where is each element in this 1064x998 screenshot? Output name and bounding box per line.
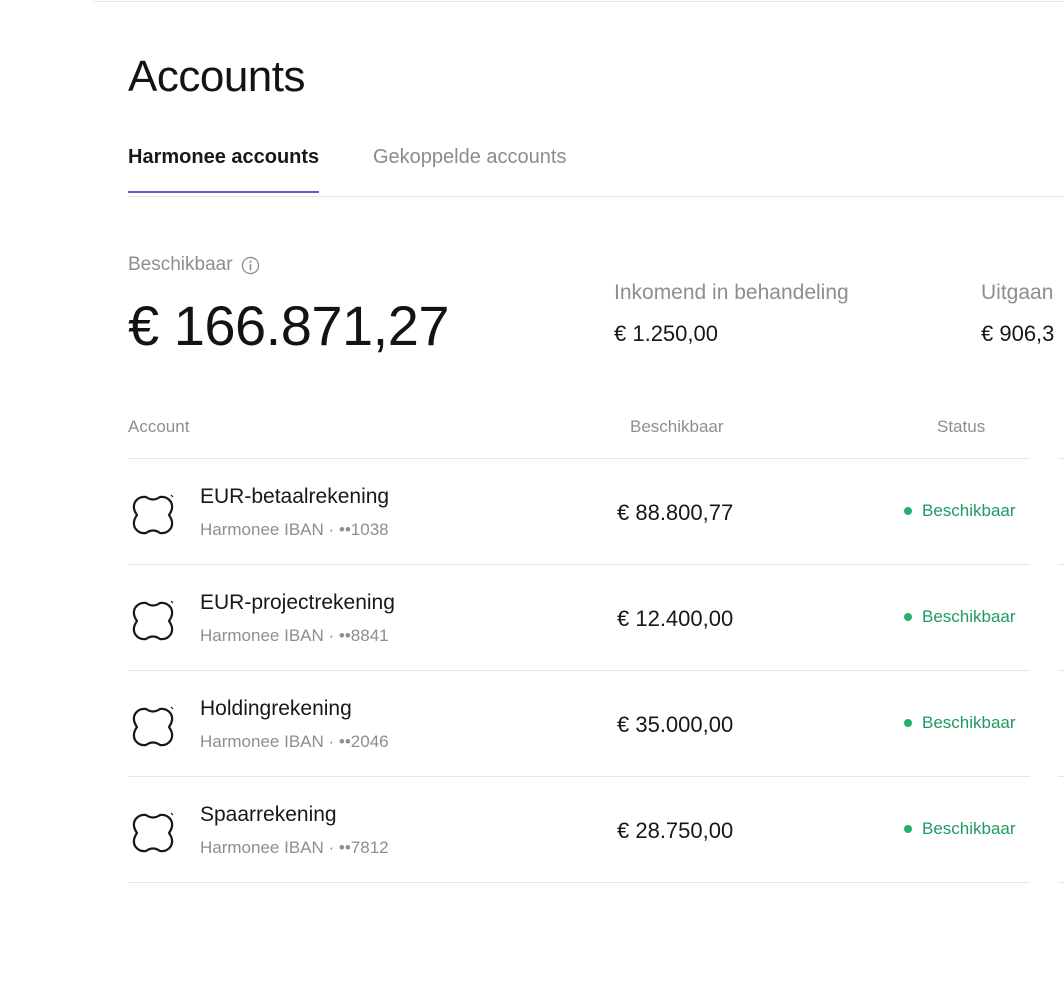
account-iban: Harmonee IBAN · ••1038 [200, 520, 389, 539]
top-divider [94, 1, 1064, 2]
incoming-pending-amount: € 1.250,00 [614, 321, 718, 346]
status-label: Beschikbaar [922, 819, 1016, 838]
account-iban: Harmonee IBAN · ••7812 [200, 838, 389, 857]
available-amount: € 166.871,27 [128, 294, 449, 357]
account-balance: € 35.000,00 [617, 712, 734, 737]
column-divider [1058, 564, 1064, 565]
column-header-status: Status [937, 417, 986, 436]
column-divider [1058, 670, 1064, 671]
column-divider [1058, 776, 1064, 777]
tab-gekoppelde-accounts[interactable]: Gekoppelde accounts [373, 146, 566, 191]
account-iban: Harmonee IBAN · ••8841 [200, 626, 389, 645]
status-badge: Beschikbaar [904, 501, 1016, 521]
tab-harmonee-accounts[interactable]: Harmonee accounts [128, 146, 320, 193]
table-row[interactable]: Spaarrekening Harmonee IBAN · ••7812 € 2… [128, 777, 1030, 883]
status-label: Beschikbaar [922, 607, 1016, 626]
table-row[interactable]: Holdingrekening Harmonee IBAN · ••2046 €… [128, 671, 1030, 777]
column-header-available: Beschikbaar [630, 417, 724, 436]
table-row[interactable]: EUR-projectrekening Harmonee IBAN · ••88… [128, 565, 1030, 671]
account-name: EUR-projectrekening [200, 591, 395, 614]
account-balance: € 12.400,00 [617, 606, 734, 631]
status-badge: Beschikbaar [904, 607, 1016, 627]
status-dot-icon [904, 719, 912, 727]
status-dot-icon [904, 613, 912, 621]
outgoing-pending-label: Uitgaan [981, 281, 1054, 304]
table-header: Account Beschikbaar Status [128, 410, 1030, 459]
column-divider [1058, 458, 1064, 459]
account-balance: € 88.800,77 [617, 500, 734, 525]
outgoing-pending-stat: Uitgaan € 906,3 [981, 281, 1054, 347]
available-label: Beschikbaar [128, 254, 233, 275]
account-name: EUR-betaalrekening [200, 485, 390, 508]
incoming-pending-label: Inkomend in behandeling [614, 281, 849, 304]
status-dot-icon [904, 825, 912, 833]
page-title: Accounts [128, 52, 305, 101]
outgoing-pending-amount: € 906,3 [981, 321, 1055, 346]
harmonee-logo-icon [132, 706, 174, 747]
column-divider [1058, 882, 1064, 883]
account-name: Spaarrekening [200, 803, 337, 826]
available-label-row: Beschikbaar [128, 254, 260, 276]
account-balance: € 28.750,00 [617, 818, 734, 843]
harmonee-logo-icon [132, 812, 174, 853]
incoming-pending-stat: Inkomend in behandeling € 1.250,00 [614, 281, 849, 347]
account-tabs: Harmonee accounts Gekoppelde accounts [128, 140, 1064, 197]
account-iban: Harmonee IBAN · ••2046 [200, 732, 389, 751]
status-badge: Beschikbaar [904, 713, 1016, 733]
status-dot-icon [904, 507, 912, 515]
status-label: Beschikbaar [922, 501, 1016, 520]
table-row[interactable]: EUR-betaalrekening Harmonee IBAN · ••103… [128, 459, 1030, 565]
status-label: Beschikbaar [922, 713, 1016, 732]
accounts-table: Account Beschikbaar Status EUR-betaalrek… [128, 410, 1030, 883]
info-icon[interactable] [241, 256, 260, 275]
account-name: Holdingrekening [200, 697, 352, 720]
status-badge: Beschikbaar [904, 819, 1016, 839]
harmonee-logo-icon [132, 600, 174, 641]
column-header-account: Account [128, 417, 190, 436]
harmonee-logo-icon [132, 494, 174, 535]
